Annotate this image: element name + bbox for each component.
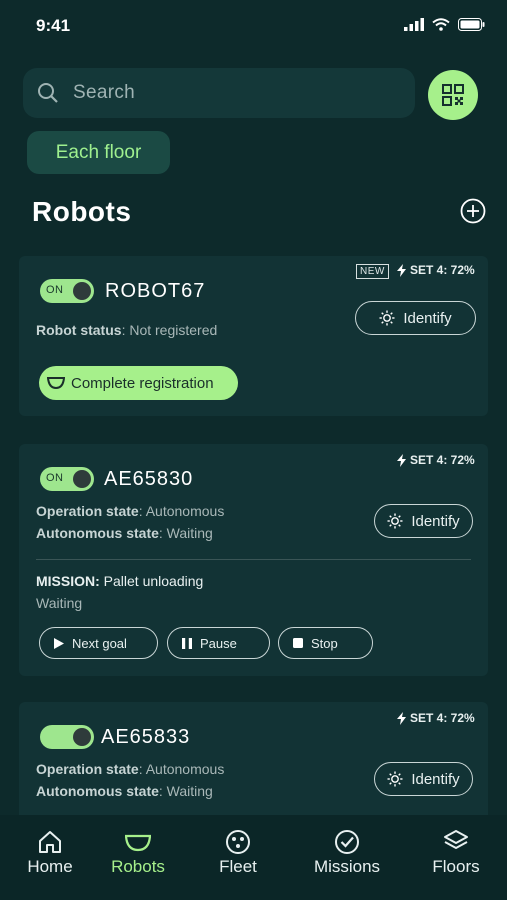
identify-button[interactable]: Identify xyxy=(355,301,476,335)
operation-state: Operation state: Autonomous xyxy=(36,761,224,777)
identify-button[interactable]: Identify xyxy=(374,762,473,796)
signal-icon xyxy=(404,18,424,31)
home-icon xyxy=(39,831,61,853)
toggle-knob xyxy=(73,728,91,746)
tab-missions-label: Missions xyxy=(313,857,381,876)
floors-icon xyxy=(444,830,468,849)
tab-home[interactable]: Home xyxy=(0,815,100,900)
autonomous-state: Autonomous state: Waiting xyxy=(36,783,213,799)
new-badge: NEW xyxy=(356,264,389,279)
robot-toggle[interactable]: ON xyxy=(40,279,94,303)
search-placeholder: Search xyxy=(73,82,136,103)
wifi-icon xyxy=(432,18,450,31)
next-goal-label: Next goal xyxy=(72,635,127,651)
tab-robots[interactable]: Robots xyxy=(88,815,188,900)
robot-status: Robot status: Not registered xyxy=(36,322,217,338)
status-time: 9:41 xyxy=(36,16,71,35)
robot-card[interactable]: ON AE65830 SET 4: 72% Operation state: A… xyxy=(19,444,488,676)
stop-icon xyxy=(293,638,303,648)
sun-icon xyxy=(387,771,403,787)
tab-missions[interactable]: Missions xyxy=(297,815,397,900)
robot-card[interactable]: ON ROBOT67 NEW SET 4: 72% Robot status: … xyxy=(19,256,488,416)
status-bar: 9:41 xyxy=(0,0,507,52)
qr-code-icon xyxy=(442,84,464,106)
sun-icon xyxy=(379,310,395,326)
autonomous-state-label: Autonomous state xyxy=(36,525,159,541)
battery-text: SET 4: 72% xyxy=(410,711,475,725)
search-bar[interactable]: Search xyxy=(23,68,415,118)
autonomous-state: Autonomous state: Waiting xyxy=(36,525,213,541)
mission-value: Pallet unloading xyxy=(99,573,204,589)
autonomous-state-value: : Waiting xyxy=(158,525,213,541)
robot-name: AE65833 xyxy=(101,726,191,748)
tab-floors-label: Floors xyxy=(432,857,480,876)
next-goal-button[interactable]: Next goal xyxy=(39,627,158,659)
complete-registration-button[interactable]: Complete registration xyxy=(39,366,238,400)
operation-state: Operation state: Autonomous xyxy=(36,503,224,519)
robot-toggle[interactable]: ON xyxy=(40,467,94,491)
battery-text: SET 4: 72% xyxy=(410,453,475,467)
mission-label: MISSION: xyxy=(36,573,100,589)
mission-title: MISSION: Pallet unloading xyxy=(36,573,203,589)
pause-label: Pause xyxy=(200,635,237,651)
robot-name: AE65830 xyxy=(104,468,194,490)
stop-label: Stop xyxy=(311,635,338,651)
operation-state-value: : Autonomous xyxy=(138,761,225,777)
lightning-icon xyxy=(397,711,406,725)
autonomous-state-value: : Waiting xyxy=(158,783,213,799)
sun-icon xyxy=(387,513,403,529)
battery-indicator: SET 4: 72% xyxy=(397,711,475,725)
toggle-label: ON xyxy=(46,472,64,484)
divider xyxy=(36,559,471,560)
tab-robots-label: Robots xyxy=(111,857,165,876)
battery-indicator: SET 4: 72% xyxy=(397,453,475,467)
tab-fleet[interactable]: Fleet xyxy=(188,815,288,900)
operation-state-label: Operation state xyxy=(36,503,139,519)
battery-status-icon xyxy=(458,18,485,31)
toggle-knob xyxy=(73,470,91,488)
pause-button[interactable]: Pause xyxy=(167,627,270,659)
robot-status-label: Robot status xyxy=(36,322,122,338)
add-robot-button[interactable] xyxy=(460,198,486,224)
fleet-icon xyxy=(226,830,250,854)
lightning-icon xyxy=(397,263,406,277)
robot-status-value: : Not registered xyxy=(121,322,218,338)
identify-label: Identify xyxy=(411,512,460,530)
robot-toggle[interactable] xyxy=(40,725,94,749)
toggle-label: ON xyxy=(46,284,64,296)
battery-text: SET 4: 72% xyxy=(410,263,475,277)
stop-button[interactable]: Stop xyxy=(278,627,373,659)
battery-indicator: SET 4: 72% xyxy=(397,263,475,277)
page-title: Robots xyxy=(32,196,132,227)
play-icon xyxy=(54,637,64,649)
operation-state-label: Operation state xyxy=(36,761,139,777)
robot-icon xyxy=(47,377,65,390)
search-icon xyxy=(38,83,58,103)
tab-floors[interactable]: Floors xyxy=(406,815,506,900)
autonomous-state-label: Autonomous state xyxy=(36,783,159,799)
registration-label: Complete registration xyxy=(71,374,214,392)
robot-name: ROBOT67 xyxy=(105,280,206,302)
lightning-icon xyxy=(397,453,406,467)
identify-label: Identify xyxy=(411,770,460,788)
mission-status: Waiting xyxy=(36,595,83,611)
tab-fleet-label: Fleet xyxy=(219,857,257,876)
bottom-tab-bar: Home Robots Fleet Missions Floors xyxy=(0,815,507,900)
missions-icon xyxy=(335,830,359,854)
tab-home-label: Home xyxy=(27,857,73,876)
filter-chip-each-floor[interactable]: Each floor xyxy=(27,131,170,174)
robot-icon xyxy=(125,834,151,852)
toggle-knob xyxy=(73,282,91,300)
identify-button[interactable]: Identify xyxy=(374,504,473,538)
qr-scan-button[interactable] xyxy=(428,70,478,120)
operation-state-value: : Autonomous xyxy=(138,503,225,519)
identify-label: Identify xyxy=(403,309,452,327)
pause-icon xyxy=(182,637,192,649)
